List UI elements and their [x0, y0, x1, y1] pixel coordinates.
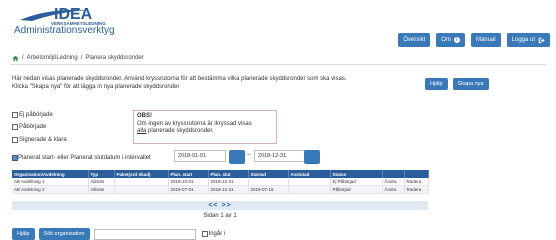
cell-started — [248, 178, 289, 186]
overview-label: Översikt — [403, 37, 426, 43]
date-from-input[interactable]: 2018-01-01 — [174, 150, 226, 162]
logout-button[interactable]: Logga ut — [506, 33, 550, 47]
column-header[interactable]: Status — [330, 170, 383, 178]
checkbox[interactable] — [12, 137, 18, 143]
logout-icon — [538, 37, 545, 43]
breadcrumb-separator: / — [22, 55, 24, 61]
intro-line-1: Här nedan visas planerade skyddsronder. … — [12, 76, 347, 82]
calendar-from-button[interactable] — [229, 150, 245, 164]
notice-title: OBS! — [137, 113, 152, 119]
cell-type: Allmän — [88, 185, 115, 194]
about-button[interactable]: Om i — [436, 33, 465, 47]
date-to-input[interactable]: 2018-12-31 — [254, 150, 306, 162]
breadcrumb-item-arbetsmiljoledning[interactable]: ArbetsmiljöLedning — [27, 55, 78, 61]
action-buttons: Hjälp Skapa nya — [425, 78, 489, 90]
cell-plan-start: 2018-07-01 — [168, 185, 209, 194]
cell-plan-end: 2018-12-31 — [208, 178, 249, 186]
delete-link[interactable]: Radera — [404, 185, 429, 194]
date-separator: -- — [247, 152, 251, 158]
manual-button[interactable]: Manual — [470, 33, 501, 47]
info-icon: i — [453, 37, 460, 43]
edit-link[interactable]: Ändra — [382, 178, 405, 186]
calendar-to-button[interactable] — [304, 150, 320, 164]
column-header — [382, 170, 405, 178]
cell-started: 2018-07-16 — [248, 185, 289, 194]
cell-ended — [288, 185, 331, 194]
help-button[interactable]: Hjälp — [425, 78, 448, 90]
column-header[interactable]: Startad — [248, 170, 289, 178]
date-filter[interactable]: Planerat start- eller Planerat slutdatum… — [12, 152, 151, 164]
checkbox[interactable] — [12, 124, 18, 130]
about-label: Om — [441, 37, 451, 43]
filter-not-started[interactable]: Ej påbörjade — [12, 112, 53, 118]
cell-plan-end: 2018-12-31 — [208, 185, 249, 194]
filter-started-label: Påbörjade — [19, 124, 47, 130]
organisation-search-input[interactable] — [93, 228, 196, 240]
cell-organisation: AB Avdelning 2 — [12, 185, 89, 194]
checkbox[interactable] — [12, 112, 18, 118]
filter-started[interactable]: Påbörjade — [12, 124, 46, 130]
filter-signed-label: Signerade & klara — [19, 137, 67, 143]
notice-line-2-rest: planerade skyddsronder. — [146, 128, 214, 134]
table-row[interactable]: AB Avdelning 2 Allmän 2018-07-01 2018-12… — [12, 185, 429, 194]
column-header[interactable]: Plan. slut — [208, 170, 249, 178]
app-title: Administrationsverktyg — [14, 25, 115, 36]
search-organisation-button[interactable]: Sök organisation — [38, 228, 90, 240]
bottom-help-button[interactable]: Hjälp — [12, 228, 35, 240]
column-header[interactable]: Plan. start — [168, 170, 209, 178]
column-header — [404, 170, 429, 178]
safety-rounds-table: Organisation/Avdelning Typ Paket(ord öka… — [12, 170, 429, 194]
filter-not-started-label: Ej påbörjade — [19, 112, 53, 118]
notice-line-2: alla planerade skyddsronder. — [137, 128, 273, 136]
date-filter-label: Planerat start- eller Planerat slutdatum… — [18, 155, 151, 161]
top-navigation: Översikt Om i Manual Logga ut — [398, 33, 550, 47]
manual-label: Manual — [475, 37, 496, 43]
overview-button[interactable]: Översikt — [398, 33, 431, 47]
column-header[interactable]: Organisation/Avdelning — [12, 170, 89, 178]
filter-signed[interactable]: Signerade & klara — [12, 137, 67, 143]
include-label: Ingår i — [208, 231, 226, 237]
notice-box: OBS! Om ingen av kryssrutorna är ikryssa… — [133, 110, 277, 144]
page-info: Sidan 1 av 1 — [203, 213, 237, 219]
intro-line-2: Klicka "Skapa nya" för att lägga in nya … — [12, 84, 180, 90]
notice-line-1: Om ingen av kryssrutorna är ikryssad vis… — [137, 120, 252, 127]
breadcrumb: / ArbetsmiljöLedning / Planera skyddsron… — [12, 53, 144, 63]
cell-package — [114, 178, 169, 186]
breadcrumb-separator: / — [80, 55, 83, 61]
create-new-button[interactable]: Skapa nya — [452, 78, 489, 90]
intro-text: Här nedan visas planerade skyddsronder. … — [12, 75, 412, 91]
table-row[interactable]: AB Avdelning 1 Allmän 2018-10-01 2018-12… — [12, 178, 429, 186]
checkbox[interactable] — [201, 231, 208, 237]
notice-emphasis: alla — [137, 128, 147, 134]
column-header[interactable]: Avslutad — [288, 170, 331, 178]
bottom-bar: Hjälp Sök organisation Ingår i — [12, 228, 225, 240]
column-header[interactable]: Paket(ord ökad) — [114, 170, 169, 178]
cell-plan-start: 2018-10-01 — [168, 178, 209, 186]
cell-organisation: AB Avdelning 1 — [12, 178, 89, 186]
table-header-row: Organisation/Avdelning Typ Paket(ord öka… — [12, 170, 429, 178]
home-icon[interactable] — [12, 55, 19, 62]
cell-type: Allmän — [88, 178, 115, 186]
divider — [10, 64, 546, 65]
cell-package — [114, 185, 169, 194]
include-checkbox[interactable]: Ingår i — [201, 231, 226, 237]
column-header[interactable]: Typ — [88, 170, 115, 178]
delete-link[interactable]: Radera — [404, 178, 429, 186]
cell-status: Påbörjad — [330, 185, 383, 194]
edit-link[interactable]: Ändra — [382, 185, 405, 194]
pagination-arrows[interactable]: << >> — [12, 201, 428, 210]
idea-logo: IDEA VERKSAMHETSLEDNING — [18, 4, 118, 26]
logout-label: Logga ut — [511, 37, 535, 43]
cell-ended — [288, 178, 331, 186]
cell-status: Ej Påbörjad — [330, 178, 383, 186]
breadcrumb-item-current: Planera skyddsronder — [85, 55, 144, 61]
